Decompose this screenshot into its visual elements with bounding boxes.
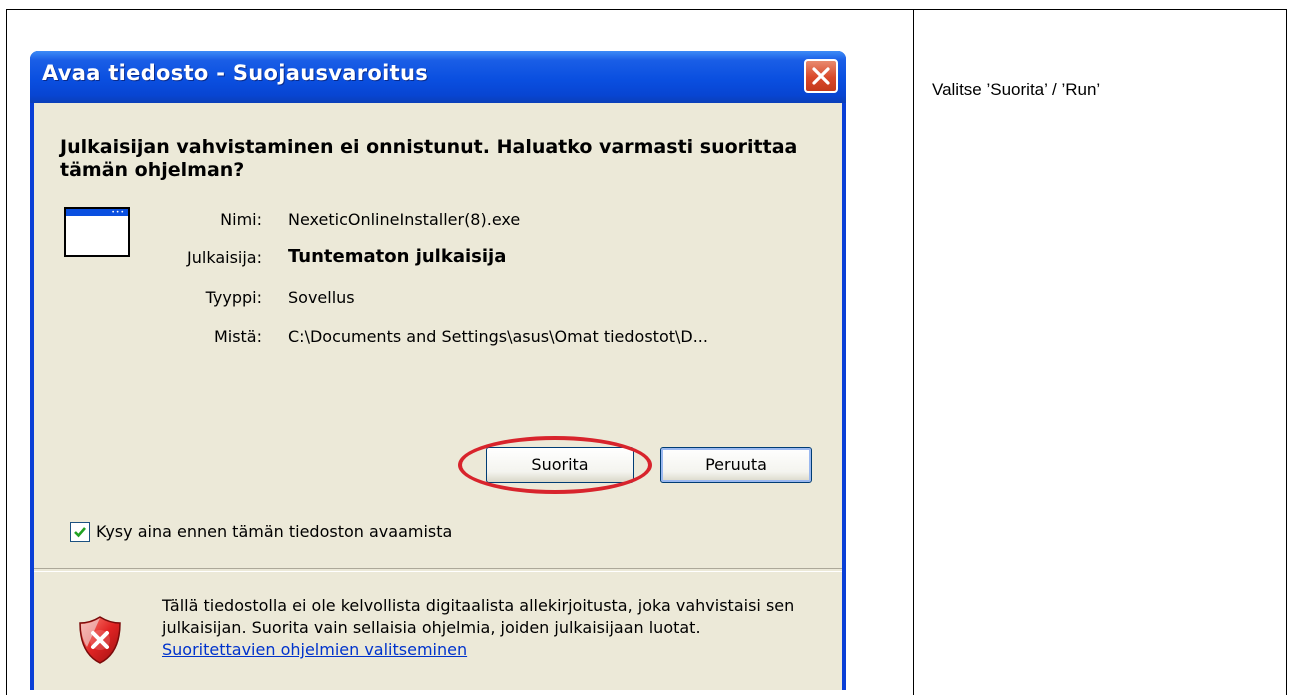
from-label: Mistä: [213,327,262,346]
dialog-heading: Julkaisijan vahvistaminen ei onnistunut.… [60,136,798,181]
checkmark-icon [74,527,86,538]
from-value: C:\Documents and Settings\asus\Omat tied… [288,327,708,346]
always-ask-label[interactable]: Kysy aina ennen tämän tiedoston avaamist… [96,522,452,541]
publisher-label: Julkaisija: [187,248,262,267]
dialog-title: Avaa tiedosto - Suojausvaroitus [42,61,429,85]
always-ask-checkbox[interactable] [70,522,90,542]
publisher-value: Tuntematon julkaisija [288,246,507,267]
shield-x-icon [79,616,121,664]
cancel-button[interactable]: Peruuta [660,447,812,483]
name-label: Nimi: [220,210,262,229]
type-label: Tyyppi: [205,288,262,307]
name-value: NexeticOnlineInstaller(8).exe [288,210,521,229]
instruction-note: Valitse ’Suorita’ / ’Run’ [932,80,1101,99]
close-icon [812,67,830,85]
title-bar[interactable]: Avaa tiedosto - Suojausvaroitus [30,51,846,103]
dialog-body: Julkaisijan vahvistaminen ei onnistunut.… [34,103,842,690]
warning-message: Tällä tiedostolla ei ole kelvollista dig… [162,596,795,637]
run-button-highlight [458,436,652,494]
window-icon: ••• [64,207,130,257]
close-button[interactable] [804,59,838,93]
column-divider [913,10,914,695]
warning-text: Tällä tiedostolla ei ole kelvollista dig… [162,595,802,661]
type-value: Sovellus [288,288,355,307]
security-warning-dialog: Avaa tiedosto - Suojausvaroitus Julkaisi… [30,51,846,690]
separator [34,568,842,572]
choose-programs-link[interactable]: Suoritettavien ohjelmien valitseminen [162,640,467,659]
